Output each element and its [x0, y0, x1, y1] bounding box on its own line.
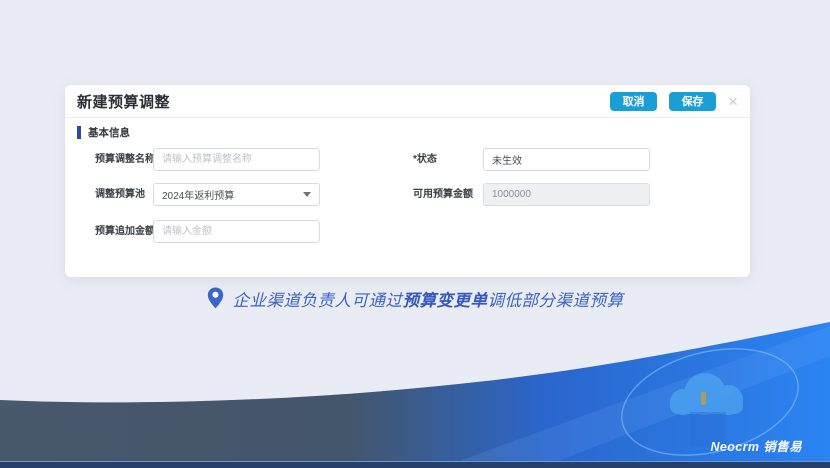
addition-amount-input[interactable]: [153, 220, 320, 243]
modal-actions: 取消 保存 ×: [610, 92, 738, 111]
wave-svg: [0, 300, 830, 468]
close-icon[interactable]: ×: [728, 93, 738, 110]
adjustment-name-input[interactable]: [153, 148, 320, 171]
cancel-button[interactable]: 取消: [610, 92, 657, 111]
available-amount-input: [483, 183, 650, 206]
modal-title: 新建预算调整: [77, 91, 170, 112]
budget-pool-select[interactable]: 2024年返利预算: [153, 183, 320, 206]
modal-header: 新建预算调整 取消 保存 ×: [65, 85, 750, 117]
save-button[interactable]: 保存: [669, 92, 716, 111]
annotation-bold-term: 预算变更单: [403, 292, 488, 310]
budget-adjustment-modal: 新建预算调整 取消 保存 × 基本信息 预算调整名称 *状态 调整预算池 202…: [65, 85, 750, 277]
neocrm-logo: Neocrm 销售易: [710, 436, 802, 455]
budget-pool-value: 2024年返利预算: [162, 187, 303, 202]
annotation-prefix: 企业渠道负责人可通过: [233, 292, 403, 310]
bottom-navy-strip: [0, 461, 830, 468]
annotation-row: 企业渠道负责人可通过预算变更单调低部分渠道预算: [0, 284, 830, 314]
annotation-suffix: 调低部分渠道预算: [488, 292, 624, 310]
label-budget-pool: 调整预算池: [95, 183, 145, 206]
status-input[interactable]: [483, 148, 650, 171]
label-status: *状态: [413, 148, 437, 171]
section-accent-bar: [77, 126, 81, 139]
header-divider: [65, 117, 750, 118]
label-adjustment-name: 预算调整名称: [95, 148, 155, 171]
label-addition-amount: 预算追加金额: [95, 220, 155, 243]
cloud-lock-detail: [701, 392, 706, 405]
label-available-amount: 可用预算金额: [413, 183, 473, 206]
location-pin-icon: [207, 287, 224, 309]
footer-wave-graphic: [0, 300, 830, 468]
chevron-down-icon: [303, 192, 311, 197]
section-basic-info: 基本信息: [77, 125, 130, 140]
section-title: 基本信息: [88, 125, 130, 140]
annotation-text: 企业渠道负责人可通过预算变更单调低部分渠道预算: [233, 287, 624, 311]
